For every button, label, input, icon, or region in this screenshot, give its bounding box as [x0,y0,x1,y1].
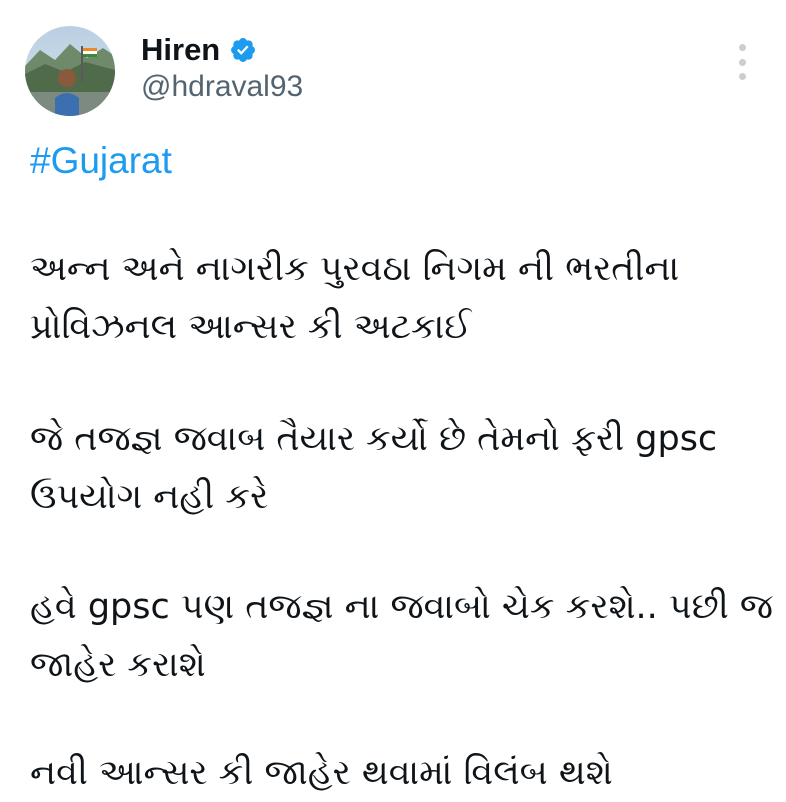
avatar[interactable] [25,26,115,116]
tweet-text-line: હવે gpsc પણ તજજ્ઞ ના જવાબો ચેક કરશે.. પછ… [30,587,773,627]
tweet-paragraph: અન્ન અને નાગરીક પુરવઠા નિગમ ની ભરતીના પ્… [30,240,679,356]
hashtag-link[interactable]: #Gujarat [30,140,172,182]
author-name-row: Hiren [141,30,257,70]
tweet: Hiren @hdraval93 #Gujarat અન્ન અને નાગરી… [0,0,786,800]
tweet-text-line: જે તજજ્ઞ જવાબ તૈયાર કર્યો છે તેમનો ફરી g… [30,419,718,459]
ellipsis-dot [738,73,746,80]
tweet-paragraph: નવી આન્સર કી જાહેર થવામાં વિલંબ થશે [30,744,613,802]
ellipsis-dot [738,58,746,66]
tweet-text-line: ઉપયોગ નહી કરે [30,477,269,517]
tweet-text-line: નવી આન્સર કી જાહેર થવામાં વિલંબ થશે [30,753,613,793]
author-display-name[interactable]: Hiren [141,32,220,68]
tweet-paragraph: જે તજજ્ઞ જવાબ તૈયાર કર્યો છે તેમનો ફરી g… [30,410,717,526]
vertical-ellipsis-icon [738,44,746,51]
tweet-text-line: જાહેર કરાશે [30,645,206,685]
more-options-button[interactable] [730,44,754,80]
tweet-paragraph: હવે gpsc પણ તજજ્ઞ ના જવાબો ચેક કરશે.. પછ… [30,578,773,694]
tweet-text-line: પ્રોવિઝનલ આન્સર કી અટકાઈ [30,307,472,347]
author-handle[interactable]: @hdraval93 [141,70,303,104]
verified-badge-icon [229,36,257,64]
tweet-text-line: અન્ન અને નાગરીક પુરવઠા નિગમ ની ભરતીના [30,249,680,289]
